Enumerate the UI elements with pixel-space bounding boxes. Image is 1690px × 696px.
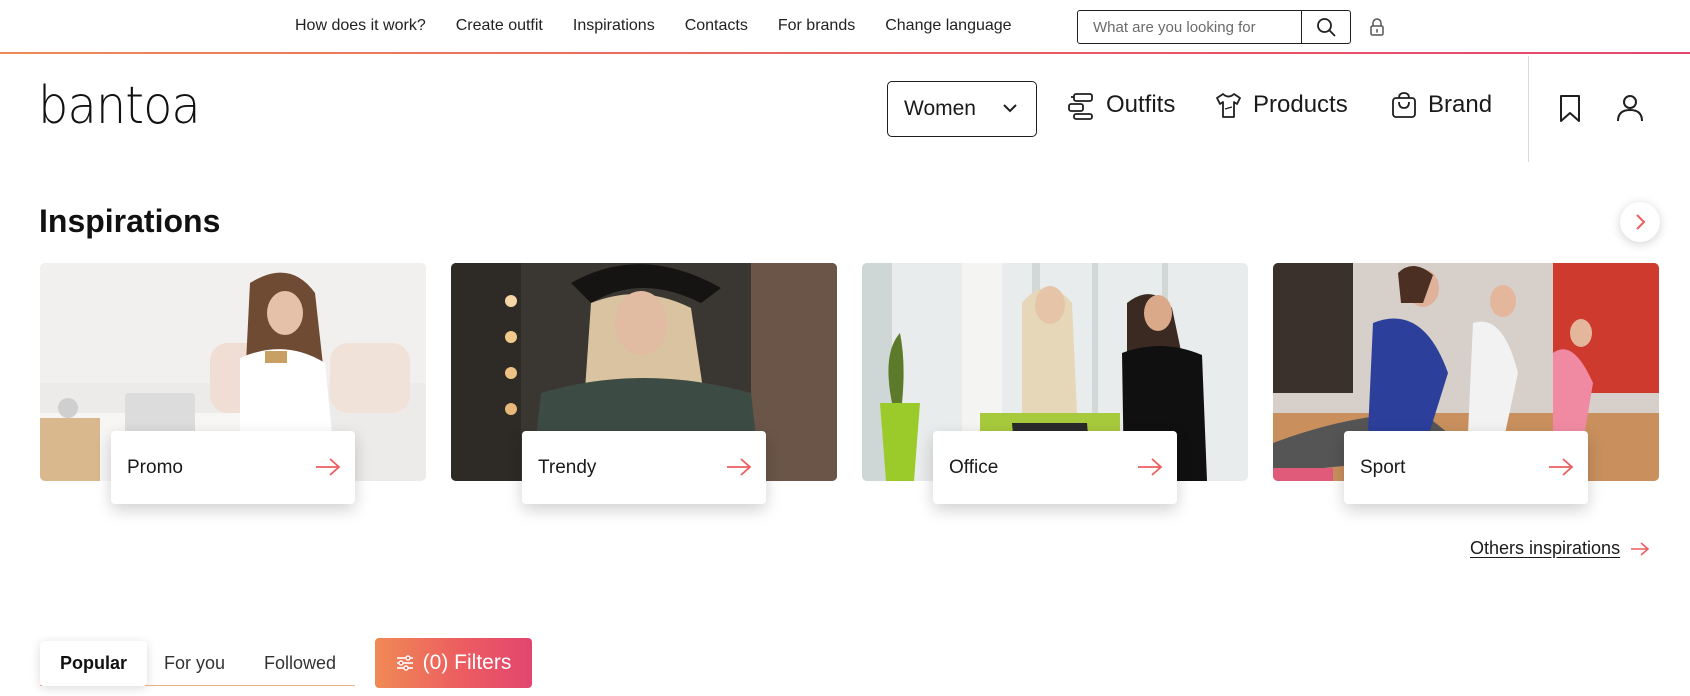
search-input[interactable]	[1078, 11, 1301, 43]
nav-outfits[interactable]: Outfits	[1066, 90, 1175, 120]
chevron-down-icon	[1003, 104, 1017, 113]
inspiration-card-office[interactable]: Office	[862, 263, 1248, 504]
tab-followed[interactable]: Followed	[264, 641, 336, 686]
filters-label: (0) Filters	[422, 651, 512, 674]
link-create-outfit[interactable]: Create outfit	[456, 17, 543, 35]
bookmark-icon[interactable]	[1558, 94, 1582, 124]
tab-for-you[interactable]: For you	[164, 641, 225, 686]
top-bar: How does it work? Create outfit Inspirat…	[0, 0, 1690, 54]
search-button[interactable]	[1301, 11, 1350, 43]
link-inspirations[interactable]: Inspirations	[573, 17, 655, 35]
user-icon[interactable]	[1615, 93, 1645, 123]
arrow-right-icon	[1138, 458, 1163, 476]
inspiration-card-title: Office	[949, 456, 999, 478]
inspiration-card-title: Promo	[127, 456, 183, 478]
inspiration-card-label: Trendy	[522, 431, 766, 504]
nav-brand[interactable]: Brand	[1390, 90, 1492, 120]
logo[interactable]: bantoa	[38, 80, 201, 132]
link-change-language[interactable]: Change language	[885, 17, 1011, 35]
chevron-right-icon	[1636, 214, 1646, 230]
link-for-brands[interactable]: For brands	[778, 17, 855, 35]
lock-icon[interactable]	[1368, 17, 1386, 37]
top-divider	[0, 52, 1690, 54]
nav-products-label: Products	[1253, 91, 1348, 118]
inspiration-card-label: Office	[933, 431, 1177, 504]
sliders-icon	[396, 655, 413, 671]
inspiration-card-title: Trendy	[538, 456, 597, 478]
arrow-right-icon	[316, 458, 341, 476]
arrow-right-icon	[727, 458, 752, 476]
carousel-next-button[interactable]	[1620, 202, 1660, 242]
gender-select[interactable]: Women	[887, 81, 1037, 137]
inspiration-card-trendy[interactable]: Trendy	[451, 263, 837, 504]
link-how-it-works[interactable]: How does it work?	[295, 17, 426, 35]
nav-products[interactable]: Products	[1213, 90, 1348, 120]
outfits-icon	[1068, 93, 1093, 120]
link-contacts[interactable]: Contacts	[685, 17, 748, 35]
section-title: Inspirations	[39, 203, 221, 239]
search-icon	[1317, 18, 1336, 37]
filters-button[interactable]: (0) Filters	[375, 638, 532, 688]
inspiration-card-label: Promo	[111, 431, 355, 504]
tab-popular[interactable]: Popular	[40, 641, 148, 686]
nav-brand-label: Brand	[1428, 91, 1493, 118]
header-divider	[1528, 56, 1529, 162]
inspiration-card-label: Sport	[1344, 431, 1588, 504]
inspiration-card-title: Sport	[1360, 456, 1406, 478]
arrow-right-icon	[1549, 458, 1574, 476]
nav-outfits-label: Outfits	[1106, 91, 1176, 118]
inspiration-card-promo[interactable]: Promo	[40, 263, 426, 504]
tshirt-icon	[1216, 93, 1241, 118]
gender-select-value: Women	[904, 97, 976, 120]
shopping-bag-icon	[1392, 92, 1416, 118]
top-links: How does it work? Create outfit Inspirat…	[295, 17, 1012, 35]
inspiration-card-sport[interactable]: Sport	[1273, 263, 1659, 504]
others-inspirations-link[interactable]: Others inspirations	[1470, 538, 1650, 559]
arrow-right-icon	[1631, 541, 1650, 556]
search-box	[1077, 10, 1351, 44]
feed-tabs: Popular For you Followed	[40, 641, 355, 686]
others-inspirations-label: Others inspirations	[1470, 538, 1621, 558]
